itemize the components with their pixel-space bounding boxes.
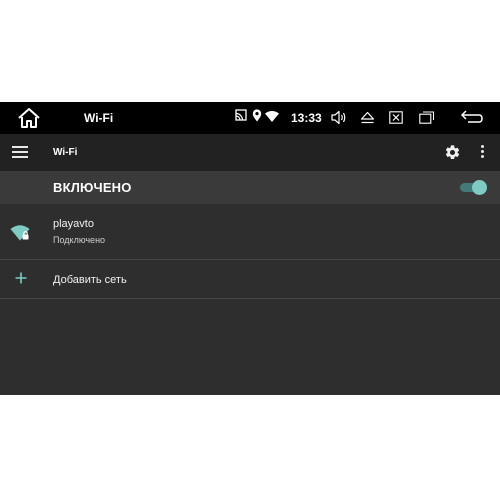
- add-network-label: Добавить сеть: [53, 274, 127, 286]
- back-icon[interactable]: [459, 110, 483, 125]
- system-status-bar: Wi-Fi 13:33: [0, 102, 500, 134]
- wifi-toggle[interactable]: [460, 180, 487, 195]
- toggle-thumb: [472, 180, 487, 195]
- cast-icon: [235, 109, 247, 121]
- location-icon: [252, 109, 262, 122]
- more-vert-icon[interactable]: [481, 145, 485, 160]
- wifi-master-switch-bar[interactable]: ВКЛЮЧЕНО: [0, 171, 500, 204]
- close-window-icon[interactable]: [389, 111, 403, 124]
- wifi-lock-icon: [10, 225, 30, 241]
- volume-icon[interactable]: [331, 110, 347, 125]
- page-title: Wi-Fi: [53, 147, 78, 158]
- clock: 13:33: [291, 111, 322, 125]
- network-ssid: playavto: [53, 218, 94, 230]
- eject-icon[interactable]: [360, 111, 375, 124]
- android-screen: Wi-Fi 13:33 Wi-Fi ВКЛЮЧЕНО playavto Подк…: [0, 102, 500, 395]
- list-item-network[interactable]: playavto Подключено: [0, 204, 500, 259]
- wifi-signal-icon: [265, 111, 279, 122]
- network-status: Подключено: [53, 235, 106, 245]
- plus-icon: [15, 272, 27, 284]
- gear-icon[interactable]: [444, 144, 461, 161]
- menu-icon[interactable]: [12, 146, 28, 158]
- recent-apps-icon[interactable]: [419, 110, 435, 124]
- app-toolbar: Wi-Fi: [0, 134, 500, 171]
- switch-label: ВКЛЮЧЕНО: [53, 180, 132, 195]
- home-icon[interactable]: [17, 107, 41, 129]
- add-network-item[interactable]: Добавить сеть: [0, 260, 500, 298]
- status-bar-title: Wi-Fi: [84, 111, 114, 125]
- list-divider: [0, 298, 500, 299]
